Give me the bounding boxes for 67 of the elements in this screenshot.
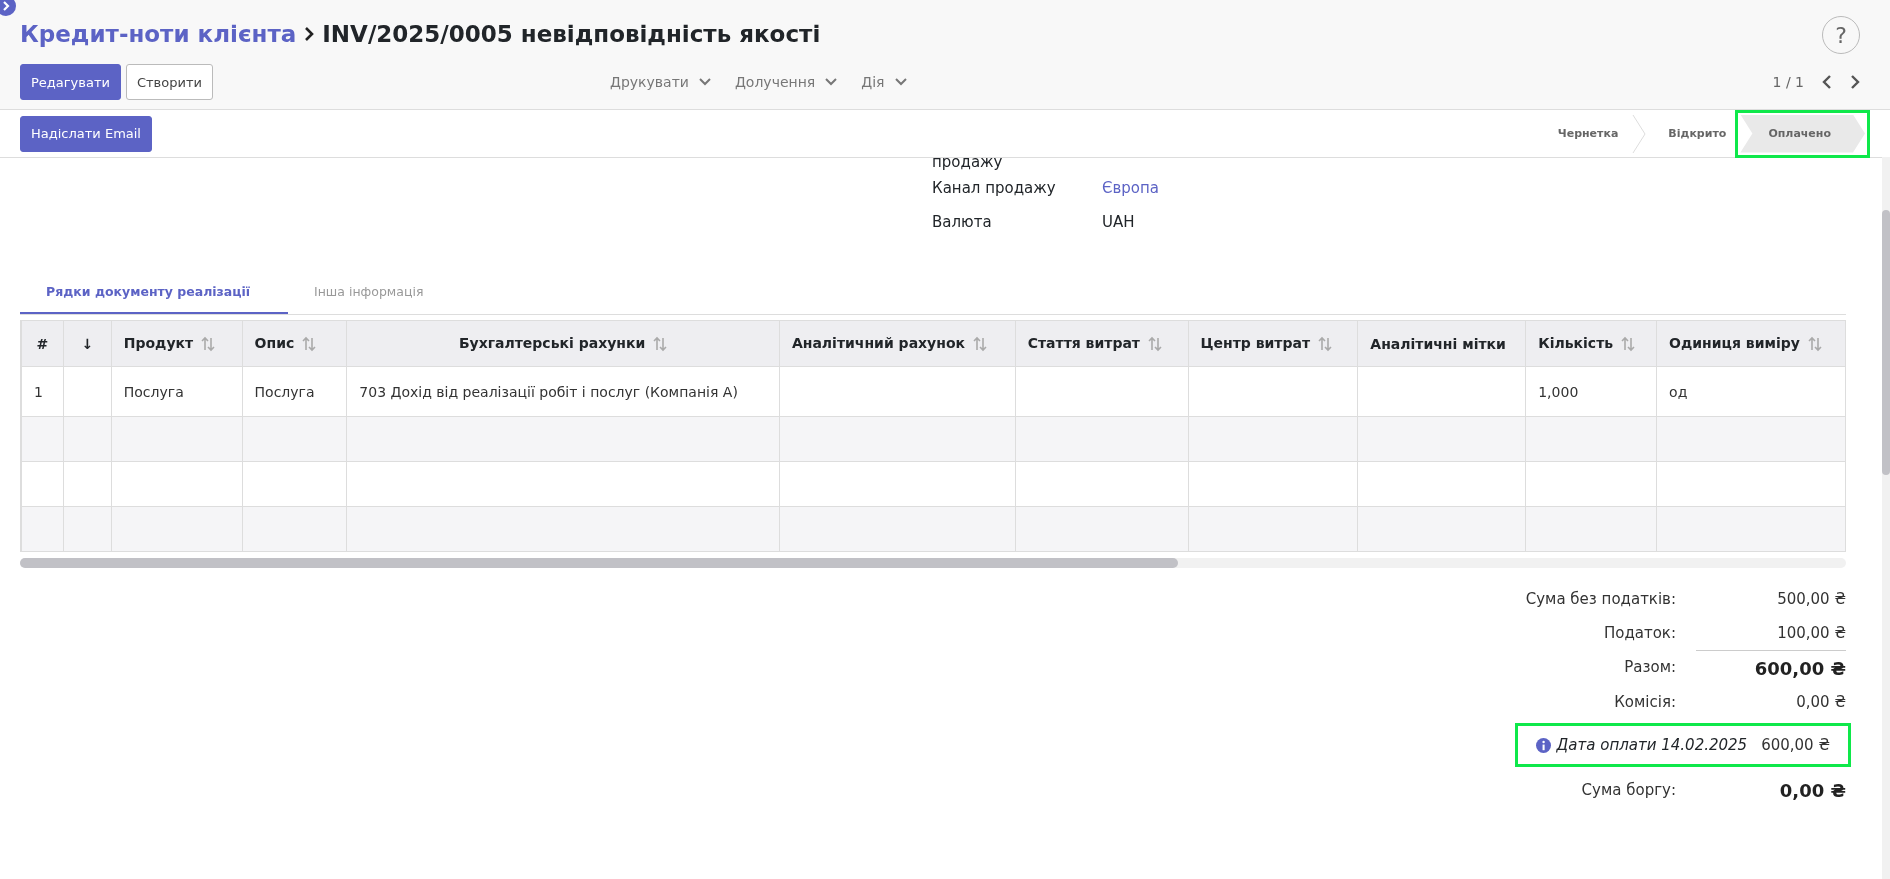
- edit-button[interactable]: Редагувати: [20, 64, 121, 100]
- sort-icon[interactable]: [973, 336, 988, 352]
- pager-counter: 1 / 1: [1772, 74, 1804, 90]
- total-amount: 0,00 ₴: [1796, 693, 1846, 711]
- total-label: Податок:: [1603, 624, 1676, 642]
- field-label: продажу: [932, 157, 1004, 171]
- field-label: Валюта: [932, 213, 993, 231]
- column-header[interactable]: Кількість: [1525, 320, 1657, 367]
- tab[interactable]: Рядки документу реалізації: [20, 270, 288, 314]
- sort-icon[interactable]: [1621, 336, 1636, 352]
- table-cell: од: [1656, 366, 1846, 417]
- chevron-right-icon[interactable]: [1850, 75, 1860, 89]
- table-cell: Послуга: [242, 366, 347, 417]
- total-label: Сума без податків:: [1525, 590, 1676, 608]
- status-step[interactable]: Відкрито: [1646, 114, 1741, 153]
- step-divider: [1632, 114, 1647, 153]
- chevron-down-icon: [894, 78, 907, 86]
- info-icon[interactable]: [1535, 737, 1551, 753]
- sort-icon[interactable]: [1807, 336, 1822, 352]
- table-cell: 1: [21, 366, 64, 417]
- field-value: UAH: [1102, 213, 1135, 231]
- help-button[interactable]: ?: [1822, 16, 1860, 54]
- field-link[interactable]: Європа: [1102, 179, 1159, 197]
- column-header[interactable]: #: [21, 320, 64, 367]
- column-header[interactable]: Продукт: [111, 320, 243, 367]
- total-amount: 500,00 ₴: [1777, 590, 1846, 608]
- column-header[interactable]: Одиниця виміру: [1656, 320, 1846, 367]
- payment-amount: 600,00 ₴: [1761, 736, 1830, 754]
- sort-icon[interactable]: [1148, 336, 1162, 352]
- field-label: Канал продажу: [932, 179, 1057, 197]
- chevron-right-icon: [304, 27, 315, 41]
- column-header[interactable]: Аналітичний рахунок: [779, 320, 1016, 367]
- sort-icon[interactable]: [201, 336, 216, 352]
- create-button[interactable]: Створити: [125, 64, 213, 100]
- total-label: Комісія:: [1614, 693, 1676, 711]
- tab[interactable]: Інша інформація: [288, 270, 488, 314]
- total-amount: 100,00 ₴: [1777, 624, 1846, 642]
- column-header[interactable]: Опис: [242, 320, 347, 367]
- vertical-scrollbar[interactable]: [1882, 157, 1890, 879]
- record-title: INV/2025/0005 невідповідність якості: [322, 21, 821, 47]
- total-label: Разом:: [1624, 658, 1676, 676]
- sort-icon[interactable]: [1318, 336, 1333, 352]
- column-header[interactable]: Стаття витрат: [1015, 320, 1188, 367]
- total-label: Сума боргу:: [1581, 781, 1676, 799]
- sort-icon[interactable]: [302, 336, 317, 352]
- chevron-down-icon: [825, 78, 838, 86]
- horizontal-scrollbar[interactable]: [20, 558, 1846, 568]
- column-header[interactable]: Бухгалтерські рахунки: [346, 320, 780, 367]
- table-cell: 1,000: [1525, 366, 1657, 417]
- chevron-down-icon: [698, 78, 711, 86]
- dropdown-menu[interactable]: Друкувати: [609, 74, 711, 90]
- dropdown-menu[interactable]: Долучення: [734, 74, 838, 90]
- column-header[interactable]: ↓: [63, 320, 112, 367]
- status-step[interactable]: Оплачено: [1740, 114, 1865, 153]
- table-cell: 703 Дохід від реалізації робіт і послуг (Компанія А): [346, 366, 780, 417]
- payment-label: Дата оплати 14.02.2025: [1556, 736, 1748, 754]
- send-email-button[interactable]: Надіслати Email: [20, 115, 152, 152]
- sort-icon[interactable]: [653, 336, 668, 352]
- column-header[interactable]: Аналітичні мітки: [1357, 320, 1526, 367]
- total-amount: 0,00 ₴: [1779, 779, 1846, 801]
- chevron-left-icon[interactable]: [1822, 75, 1832, 89]
- total-amount: 600,00 ₴: [1754, 657, 1846, 679]
- table-cell: Послуга: [111, 366, 243, 417]
- status-step[interactable]: Чернетка: [1535, 114, 1633, 153]
- dropdown-menu[interactable]: Дія: [861, 74, 907, 90]
- column-header[interactable]: Центр витрат: [1188, 320, 1358, 367]
- breadcrumb-link[interactable]: Кредит-ноти клієнта: [20, 21, 297, 47]
